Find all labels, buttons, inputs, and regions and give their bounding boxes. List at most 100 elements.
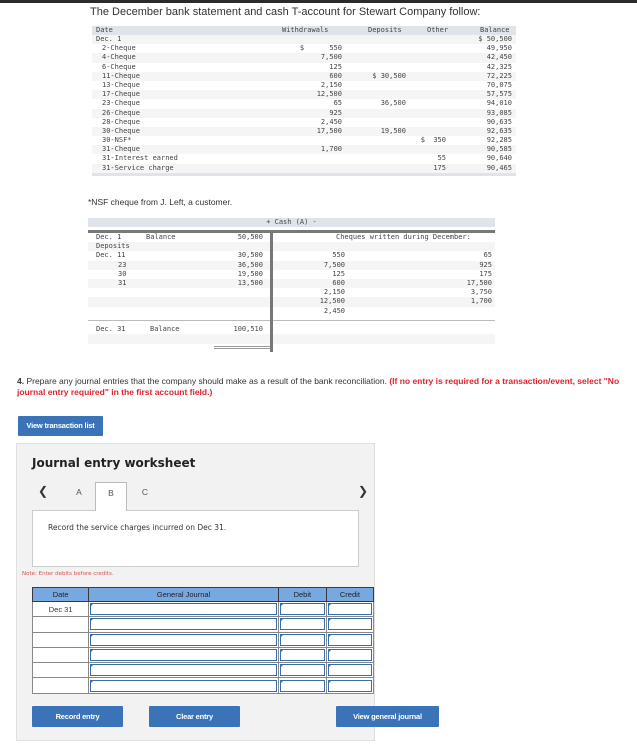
journal-cell-debit bbox=[277, 631, 327, 648]
deposit-date: Dec. 11 bbox=[96, 251, 126, 260]
journal-row bbox=[31, 662, 375, 679]
row-date: 28-Cheque bbox=[102, 117, 140, 126]
cheque-amount: 925 bbox=[479, 260, 492, 269]
account-select[interactable] bbox=[90, 679, 277, 692]
journal-cell-debit bbox=[277, 662, 327, 679]
row-deposit: 19,500 bbox=[380, 126, 406, 135]
chevron-left-icon[interactable]: ❮ bbox=[38, 484, 48, 498]
header-other: Other bbox=[427, 26, 449, 34]
credit-input[interactable] bbox=[327, 603, 372, 616]
cash-t-account: + Cash (A) - Dec. 1 Balance 50,500 Cheques … bbox=[88, 218, 495, 352]
journal-date bbox=[31, 616, 90, 633]
debit-input[interactable] bbox=[279, 664, 325, 677]
view-general-journal-button[interactable]: View general journal bbox=[336, 706, 439, 727]
journal-cell-account bbox=[88, 600, 279, 618]
header-deposits: Deposits bbox=[368, 26, 402, 34]
deposit-date: 30 bbox=[118, 269, 127, 278]
debit-input[interactable] bbox=[279, 649, 325, 662]
bank-statement-row: 2-Cheque $ 550 49,950 bbox=[92, 44, 516, 53]
row-withdrawal: 17,500 bbox=[316, 126, 342, 135]
row-withdrawal: 65 bbox=[333, 99, 342, 108]
row-date: 6-Cheque bbox=[102, 62, 136, 71]
general-journal-table: Date General Journal Debit Credit Dec 31 bbox=[31, 587, 375, 694]
bank-statement-row: 23-Cheque 65 36,500 94,010 bbox=[92, 99, 516, 108]
tab-c[interactable]: C bbox=[129, 482, 161, 510]
clear-entry-button[interactable]: Clear entry bbox=[149, 706, 240, 727]
bank-statement-footer bbox=[92, 172, 516, 176]
debit-input[interactable] bbox=[279, 633, 325, 646]
debit-input[interactable] bbox=[279, 679, 325, 692]
closing-label: Balance bbox=[150, 324, 180, 333]
row-withdrawal: 2,150 bbox=[320, 80, 342, 89]
row-withdrawal: 600 bbox=[329, 71, 342, 80]
journal-cell-account bbox=[88, 646, 279, 664]
t-account-closing-row: Dec. 31 Balance 100,510 bbox=[88, 325, 495, 334]
journal-date bbox=[31, 646, 90, 664]
t-account-title: + Cash (A) - bbox=[88, 218, 495, 227]
account-select[interactable] bbox=[90, 603, 277, 616]
row-withdrawal: 1,700 bbox=[320, 145, 342, 154]
worksheet-description: Record the service charges incurred on D… bbox=[48, 523, 227, 532]
journal-cell-account bbox=[88, 662, 279, 679]
debit-input[interactable] bbox=[279, 603, 325, 616]
credit-input[interactable] bbox=[327, 679, 372, 692]
t-account-double-underline bbox=[214, 346, 270, 349]
credit-input[interactable] bbox=[327, 633, 372, 646]
bank-statement-row: 28-Cheque 2,450 90,635 bbox=[92, 118, 516, 127]
journal-row bbox=[31, 616, 375, 633]
row-date: 30-Cheque bbox=[102, 126, 140, 135]
t-account-spacer-row bbox=[88, 333, 495, 344]
bank-statement-row: Dec. 1 $ 50,500 bbox=[92, 35, 516, 45]
bank-statement-row: 30-Cheque 17,500 19,500 92,635 bbox=[92, 126, 516, 137]
t-account-row: Dec. 11 30,500 550 65 bbox=[88, 251, 495, 260]
tab-a[interactable]: A bbox=[63, 482, 95, 510]
cheque-amount: 600 bbox=[332, 278, 345, 287]
t-account-divider bbox=[270, 230, 273, 352]
journal-cell-account bbox=[88, 631, 279, 648]
worksheet-title: Journal entry worksheet bbox=[32, 456, 196, 470]
col-header-general-journal: General Journal bbox=[88, 587, 279, 602]
account-select[interactable] bbox=[90, 633, 277, 646]
chevron-right-icon[interactable]: ❯ bbox=[358, 484, 368, 498]
journal-entry-worksheet: Journal entry worksheet ❮ A B C ❯ Record… bbox=[16, 443, 439, 741]
credit-input[interactable] bbox=[327, 618, 372, 631]
view-transaction-list-button[interactable]: View transaction list bbox=[18, 416, 103, 436]
journal-cell-credit bbox=[325, 616, 375, 633]
col-header-date: Date bbox=[31, 587, 90, 602]
row-other: $ 350 bbox=[420, 136, 446, 145]
journal-cell-account bbox=[88, 616, 279, 633]
cheque-amount: 550 bbox=[332, 251, 345, 260]
journal-cell-credit bbox=[325, 600, 375, 618]
credit-input[interactable] bbox=[327, 664, 372, 677]
row-date: 31-Service charge bbox=[102, 163, 174, 172]
account-select[interactable] bbox=[90, 664, 277, 677]
opening-amount: 50,500 bbox=[237, 233, 263, 241]
bank-statement-row: 31-Cheque 1,700 90,585 bbox=[92, 145, 516, 155]
record-entry-button[interactable]: Record entry bbox=[32, 706, 123, 727]
row-balance: 94,010 bbox=[486, 99, 512, 108]
row-withdrawal: 125 bbox=[329, 62, 342, 71]
row-deposit: 36,500 bbox=[380, 99, 406, 108]
deposit-amount: 30,500 bbox=[237, 251, 263, 260]
header-date: Date bbox=[96, 26, 113, 34]
row-other: 55 bbox=[437, 154, 446, 163]
journal-cell-credit bbox=[325, 646, 375, 664]
row-balance: 92,285 bbox=[486, 136, 512, 145]
intro-text: The December bank statement and cash T-a… bbox=[90, 6, 481, 18]
debit-input[interactable] bbox=[279, 618, 325, 631]
bank-statement-table: Date Withdrawals Deposits Other Balance … bbox=[92, 26, 516, 176]
credit-input[interactable] bbox=[327, 649, 372, 662]
bank-statement-row: 26-Cheque 925 93,085 bbox=[92, 108, 516, 118]
row-other: 175 bbox=[433, 163, 446, 172]
row-balance: 90,465 bbox=[486, 163, 512, 172]
tab-b[interactable]: B bbox=[95, 482, 127, 511]
bank-statement-row: 4-Cheque 7,500 42,450 bbox=[92, 53, 516, 63]
row-date: 26-Cheque bbox=[102, 108, 140, 117]
deposit-date: 31 bbox=[118, 278, 127, 287]
account-select[interactable] bbox=[90, 649, 277, 662]
t-account-row: 30 19,500 125 175 bbox=[88, 270, 495, 279]
journal-cell-credit bbox=[325, 677, 375, 694]
journal-cell-account bbox=[88, 677, 279, 694]
account-select[interactable] bbox=[90, 618, 277, 631]
bank-statement-header: Date Withdrawals Deposits Other Balance bbox=[92, 26, 516, 35]
